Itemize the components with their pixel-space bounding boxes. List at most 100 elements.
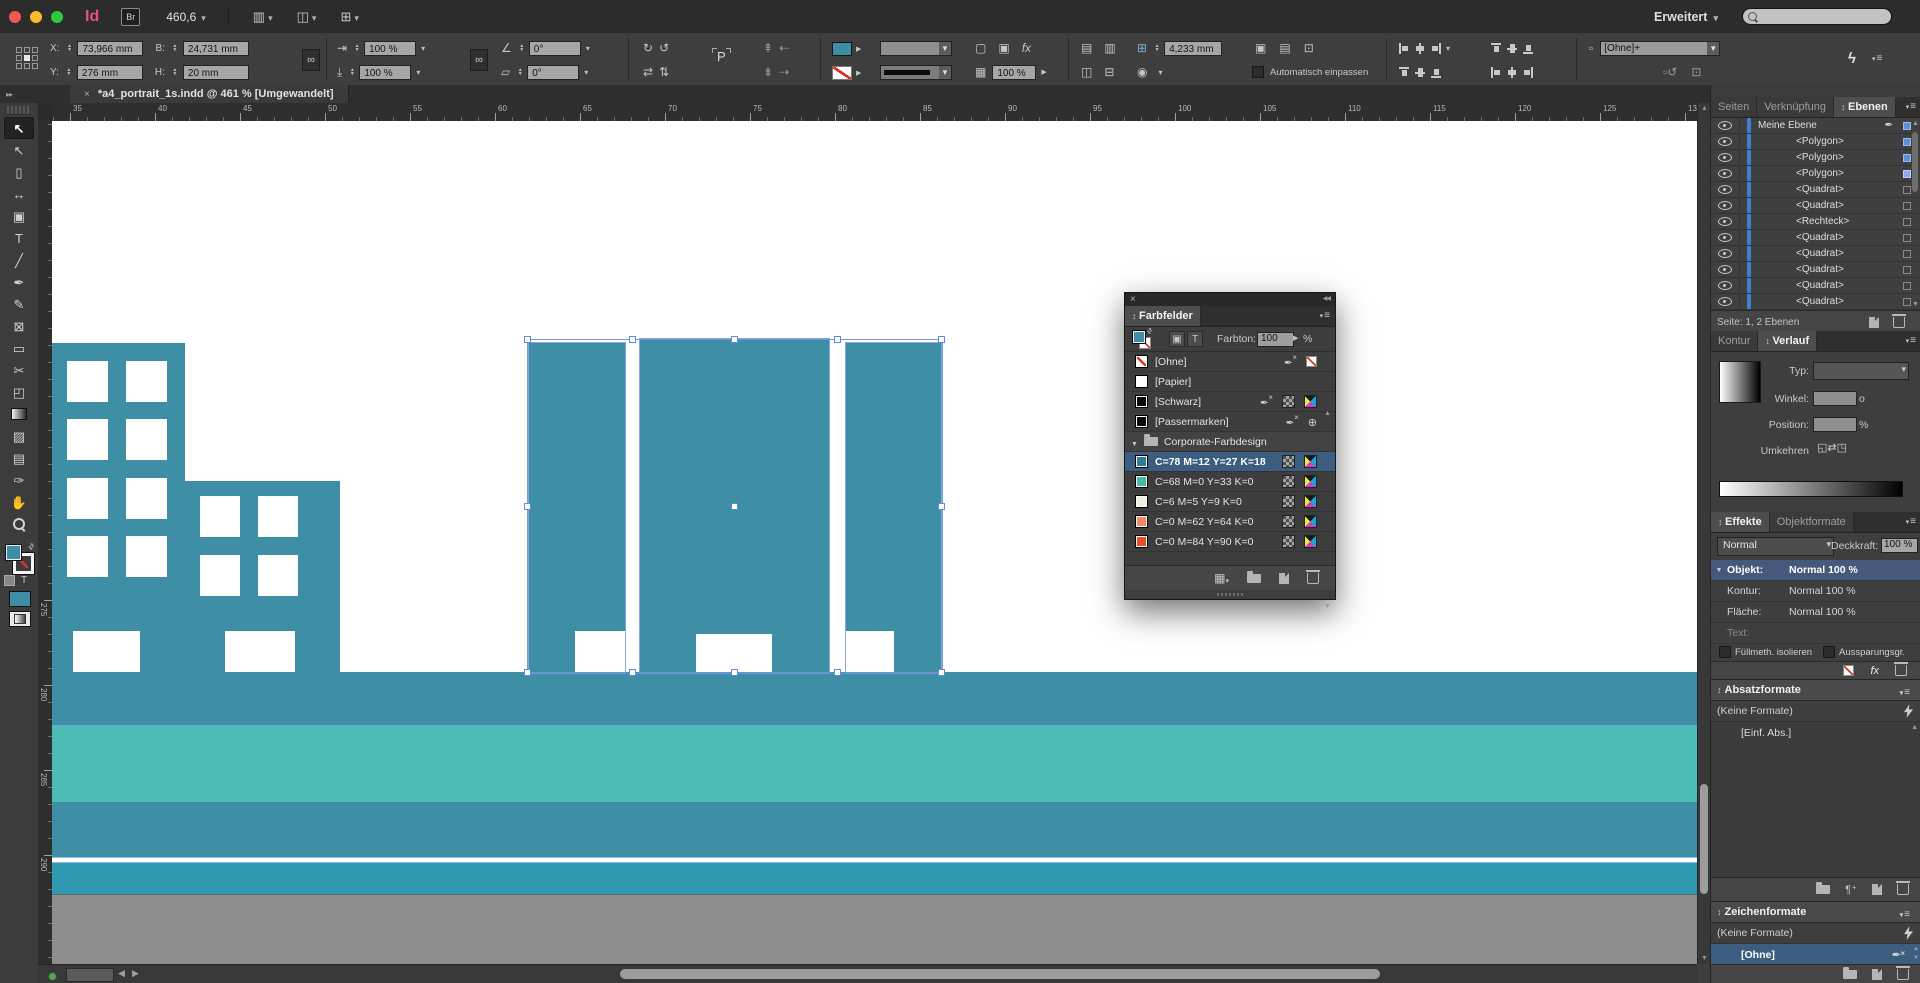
selection-square[interactable]: [1903, 266, 1911, 274]
distribute-bottom-icon[interactable]: [1523, 43, 1533, 54]
page[interactable]: [52, 121, 1697, 964]
effect-row[interactable]: Text:: [1711, 623, 1920, 644]
close-window-button[interactable]: [9, 11, 21, 23]
align-middle-icon[interactable]: [1415, 67, 1425, 78]
flip-horizontal-icon[interactable]: ⇄: [643, 65, 653, 79]
zoom-level-dropdown[interactable]: 460,6: [166, 10, 206, 24]
rotate-cw-icon[interactable]: ↻: [643, 41, 653, 55]
flyout-arrow-icon[interactable]: ▶: [856, 45, 861, 53]
scroll-arrows-icon[interactable]: ▲▼: [1913, 945, 1919, 963]
chevron-down-icon[interactable]: [584, 43, 590, 54]
select-child-icon[interactable]: ⇟: [763, 65, 773, 79]
gradient-position-field[interactable]: [1813, 417, 1857, 432]
ground-band-cyan[interactable]: [52, 863, 1697, 894]
workspace-switcher[interactable]: Erweitert: [1654, 10, 1718, 24]
object-effects-icon[interactable]: ▣: [998, 41, 1009, 55]
toolbar-grip[interactable]: [7, 106, 31, 115]
flyout-arrow-icon[interactable]: ▶: [1293, 334, 1298, 342]
rotation-field[interactable]: 0°: [527, 65, 579, 80]
scroll-up-icon[interactable]: ▲: [1324, 410, 1331, 417]
selection-handle[interactable]: [629, 336, 636, 343]
visibility-cell[interactable]: [1711, 246, 1740, 261]
gap-tool[interactable]: ↔: [4, 183, 34, 205]
panel-menu-icon[interactable]: [1900, 683, 1915, 698]
tab-verlauf[interactable]: Verlauf: [1758, 331, 1817, 351]
formatting-affects-container-icon[interactable]: [4, 575, 15, 586]
line-tool[interactable]: ╱: [4, 249, 34, 271]
stepper-icon[interactable]: [171, 44, 179, 52]
distribute-left-icon[interactable]: [1491, 67, 1501, 78]
selection-square[interactable]: [1903, 282, 1911, 290]
selection-square[interactable]: [1903, 234, 1911, 242]
visibility-cell[interactable]: [1711, 198, 1740, 213]
effect-row[interactable]: Kontur:Normal 100 %: [1711, 581, 1920, 602]
next-page-icon[interactable]: ▶: [132, 968, 139, 979]
stroke-style-dropdown[interactable]: ▼: [880, 65, 952, 80]
tint-field[interactable]: 100 %: [992, 65, 1036, 80]
character-styles-header[interactable]: Zeichenformate: [1711, 902, 1920, 923]
visibility-cell[interactable]: [1711, 182, 1740, 197]
swatch-row[interactable]: [Papier]: [1125, 372, 1335, 392]
stroke-color-swatch[interactable]: [832, 66, 852, 80]
stepper-icon[interactable]: [65, 68, 73, 76]
selection-square[interactable]: [1903, 154, 1911, 162]
selection-square[interactable]: [1903, 218, 1911, 226]
selection-handle[interactable]: [834, 336, 841, 343]
wrap-object-shape-icon[interactable]: ◫: [1081, 65, 1092, 79]
isolate-blending-checkbox[interactable]: [1719, 646, 1731, 658]
delete-effect-icon[interactable]: [1895, 665, 1907, 676]
corner-options-icon[interactable]: ▢: [975, 41, 986, 55]
reference-point-proxy[interactable]: [16, 47, 38, 69]
new-layer-icon[interactable]: [1869, 317, 1879, 328]
selection-tool[interactable]: ↖: [4, 117, 34, 139]
swatches-scrollbar[interactable]: ▲ ▼: [1323, 410, 1333, 610]
panel-menu-icon[interactable]: [1900, 905, 1915, 920]
layers-scroll-thumb[interactable]: [1912, 132, 1918, 192]
minimize-window-button[interactable]: [30, 11, 42, 23]
distribute-right-icon[interactable]: [1523, 67, 1533, 78]
formatting-affects-container-icon[interactable]: ▣: [1169, 331, 1185, 347]
pen-tool[interactable]: ✒: [4, 271, 34, 293]
distribute-center-icon[interactable]: [1507, 67, 1517, 78]
gradient-tool[interactable]: [4, 403, 34, 425]
horizontal-scroll-thumb[interactable]: [620, 969, 1380, 979]
paragraph-styles-header[interactable]: Absatzformate: [1711, 680, 1920, 701]
quick-apply-lightning-icon[interactable]: [1904, 926, 1913, 940]
new-style-icon[interactable]: [1872, 969, 1882, 980]
height-field[interactable]: 20 mm: [183, 65, 249, 80]
hand-tool[interactable]: ✋: [4, 491, 34, 513]
type-tool[interactable]: T: [4, 227, 34, 249]
swatch-row[interactable]: [Passermarken]: [1125, 412, 1335, 432]
select-container-icon[interactable]: P: [712, 48, 731, 65]
search-input[interactable]: [1742, 8, 1892, 25]
free-transform-tool[interactable]: ◰: [4, 381, 34, 403]
building-tower-a[interactable]: [529, 343, 625, 672]
align-left-icon[interactable]: [1399, 43, 1409, 54]
content-collector-tool[interactable]: ▣: [4, 205, 34, 227]
visibility-cell[interactable]: [1711, 214, 1740, 229]
layer-row[interactable]: <Quadrat>: [1711, 182, 1920, 198]
formatting-affects-text-icon[interactable]: T: [21, 575, 27, 586]
document-tab[interactable]: × *a4_portrait_1s.indd @ 461 % [Umgewand…: [70, 85, 349, 103]
shear-field[interactable]: 0°: [529, 41, 581, 56]
selection-square[interactable]: [1903, 250, 1911, 258]
tab-objektformate[interactable]: Objektformate: [1770, 512, 1854, 532]
gradient-feather-tool[interactable]: ▨: [4, 425, 34, 447]
stepper-icon[interactable]: [65, 44, 73, 52]
selection-square[interactable]: [1903, 170, 1911, 178]
zoom-tool[interactable]: [4, 513, 34, 535]
layer-row[interactable]: <Quadrat>: [1711, 278, 1920, 294]
building-tower-b[interactable]: [640, 339, 829, 672]
gradient-type-dropdown[interactable]: [1813, 362, 1909, 380]
layer-row[interactable]: <Quadrat>: [1711, 198, 1920, 214]
tab-seiten[interactable]: Seiten: [1711, 97, 1757, 117]
fx-icon[interactable]: fx: [1022, 41, 1031, 55]
ground-band-teal[interactable]: [52, 672, 1697, 725]
panel-menu-icon[interactable]: [1872, 53, 1882, 64]
scroll-down-icon[interactable]: ▼: [1324, 603, 1331, 610]
x-field[interactable]: 73,966 mm: [77, 41, 143, 56]
chevron-down-icon[interactable]: [582, 67, 588, 78]
panel-menu-icon[interactable]: [1906, 331, 1920, 351]
selection-square[interactable]: [1903, 186, 1911, 194]
maximize-window-button[interactable]: [51, 11, 63, 23]
